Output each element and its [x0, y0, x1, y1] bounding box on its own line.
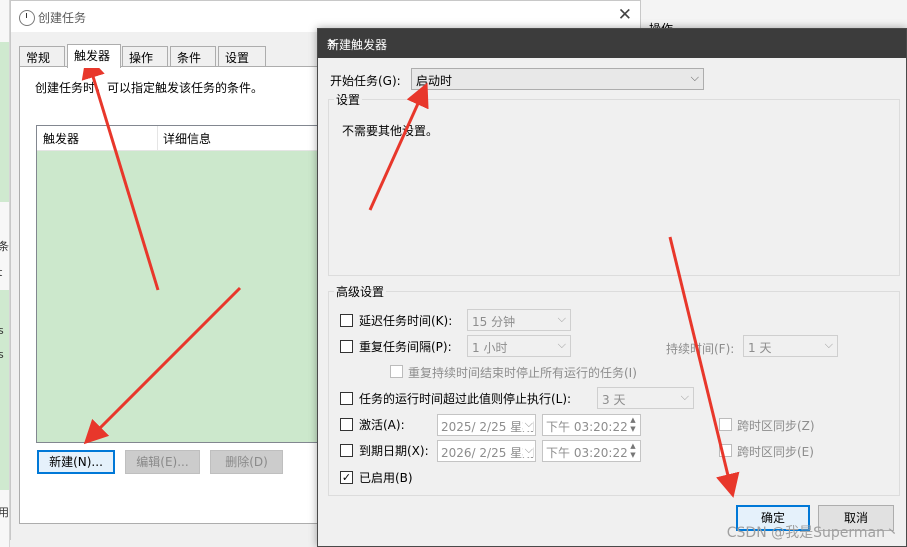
watermark: CSDN @我是Superman丶: [726, 525, 899, 541]
stop-longer-value: 3 天: [602, 393, 626, 407]
bg-text-5: 用: [0, 506, 9, 519]
activate-sync-label: 跨时区同步(Z): [737, 419, 815, 433]
delay-checkbox[interactable]: [340, 314, 353, 327]
tab-conditions[interactable]: 条件: [170, 46, 216, 66]
stop-longer-label: 任务的运行时间超过此值则停止执行(L):: [359, 392, 572, 406]
bg-text-3: s: [0, 324, 4, 337]
expire-sync-label: 跨时区同步(E): [737, 445, 814, 459]
begin-task-label: 开始任务(G):: [330, 74, 401, 88]
delay-value: 15 分钟: [472, 315, 516, 329]
repeat-label: 重复任务间隔(P):: [359, 340, 452, 354]
spin-arrows-icon[interactable]: ▲ ▼: [627, 416, 639, 434]
settings-group-label: 设置: [334, 91, 363, 108]
chevron-down-icon: ⌵: [680, 390, 689, 403]
stop-all-checkbox[interactable]: [390, 365, 403, 378]
activate-time: 下午 03:20:22: [546, 420, 628, 434]
enabled-checkbox[interactable]: ✓: [340, 471, 353, 484]
chevron-down-icon: ⌵: [522, 443, 533, 457]
activate-date-picker[interactable]: 2025/ 2/25 星期 ⌵: [437, 414, 536, 436]
chevron-down-icon: ⌵: [690, 71, 699, 84]
bg-text-1: 条: [0, 240, 9, 253]
repeat-value: 1 小时: [472, 341, 508, 355]
delay-select[interactable]: 15 分钟 ⌵: [467, 309, 571, 331]
column-divider[interactable]: [157, 126, 158, 150]
activate-time-picker[interactable]: 下午 03:20:22 ▲ ▼: [542, 414, 641, 436]
clock-icon: [19, 10, 35, 26]
advanced-settings-label: 高级设置: [334, 283, 387, 300]
activate-checkbox[interactable]: [340, 418, 353, 431]
tab-general[interactable]: 常规: [19, 46, 65, 66]
expire-sync-checkbox[interactable]: [719, 444, 732, 457]
chevron-down-icon: ⌵: [522, 417, 533, 431]
stop-all-label: 重复持续时间结束时停止所有运行的任务(I): [408, 366, 637, 380]
tab-actions[interactable]: 操作: [122, 46, 168, 66]
chevron-down-icon: ⌵: [557, 338, 566, 351]
repeat-checkbox[interactable]: [340, 340, 353, 353]
delay-label: 延迟任务时间(K):: [359, 314, 453, 328]
bg-text-4: s: [0, 348, 4, 361]
settings-text: 不需要其他设置。: [342, 124, 439, 138]
duration-value: 1 天: [748, 341, 772, 355]
begin-task-value: 启动时: [416, 74, 453, 88]
column-header-details[interactable]: 详细信息: [163, 130, 211, 147]
close-icon[interactable]: ✕: [618, 5, 632, 25]
expire-date: 2026/ 2/25 星期: [441, 446, 535, 460]
close-icon[interactable]: ✕: [327, 36, 896, 50]
new-trigger-titlebar: 新建触发器 ✕: [318, 29, 906, 58]
activate-sync-checkbox[interactable]: [719, 418, 732, 431]
expire-time: 下午 03:20:22: [546, 446, 628, 460]
duration-select[interactable]: 1 天 ⌵: [743, 335, 838, 357]
create-task-title: 创建任务: [38, 11, 87, 25]
activate-date: 2025/ 2/25 星期: [441, 420, 535, 434]
expire-time-picker[interactable]: 下午 03:20:22 ▲ ▼: [542, 440, 641, 462]
repeat-select[interactable]: 1 小时 ⌵: [467, 335, 571, 357]
table-header: 触发器 详细信息: [37, 126, 337, 151]
tab-triggers[interactable]: 触发器: [67, 44, 121, 68]
begin-task-select[interactable]: 启动时 ⌵: [411, 68, 704, 90]
activate-label: 激活(A):: [359, 418, 405, 432]
stop-longer-select[interactable]: 3 天 ⌵: [597, 387, 694, 409]
enabled-label: 已启用(B): [359, 471, 413, 485]
expire-label: 到期日期(X):: [359, 444, 429, 458]
triggers-table[interactable]: 触发器 详细信息: [36, 125, 338, 443]
tab-settings[interactable]: 设置: [218, 46, 266, 66]
new-trigger-button[interactable]: 新建(N)...: [37, 450, 115, 474]
edit-trigger-button[interactable]: 编辑(E)...: [125, 450, 200, 474]
bg-text-2: t: [0, 266, 3, 279]
expire-date-picker[interactable]: 2026/ 2/25 星期 ⌵: [437, 440, 536, 462]
chevron-down-icon: ⌵: [557, 312, 566, 325]
background-window-left: 条 t s s 用: [0, 0, 10, 547]
triggers-description: 创建任务时，可以指定触发该任务的条件。: [35, 81, 264, 95]
delete-trigger-button[interactable]: 删除(D): [210, 450, 283, 474]
column-header-trigger[interactable]: 触发器: [43, 130, 79, 147]
duration-label: 持续时间(F):: [666, 342, 735, 356]
checkmark-icon: ✓: [341, 471, 352, 484]
new-trigger-dialog: 新建触发器 ✕ 开始任务(G): 启动时 ⌵ 设置 不需要其他设置。 高级设置 …: [317, 28, 907, 547]
chevron-down-icon: ⌵: [824, 338, 833, 351]
expire-checkbox[interactable]: [340, 444, 353, 457]
spin-arrows-icon[interactable]: ▲ ▼: [627, 442, 639, 460]
stop-longer-checkbox[interactable]: [340, 392, 353, 405]
